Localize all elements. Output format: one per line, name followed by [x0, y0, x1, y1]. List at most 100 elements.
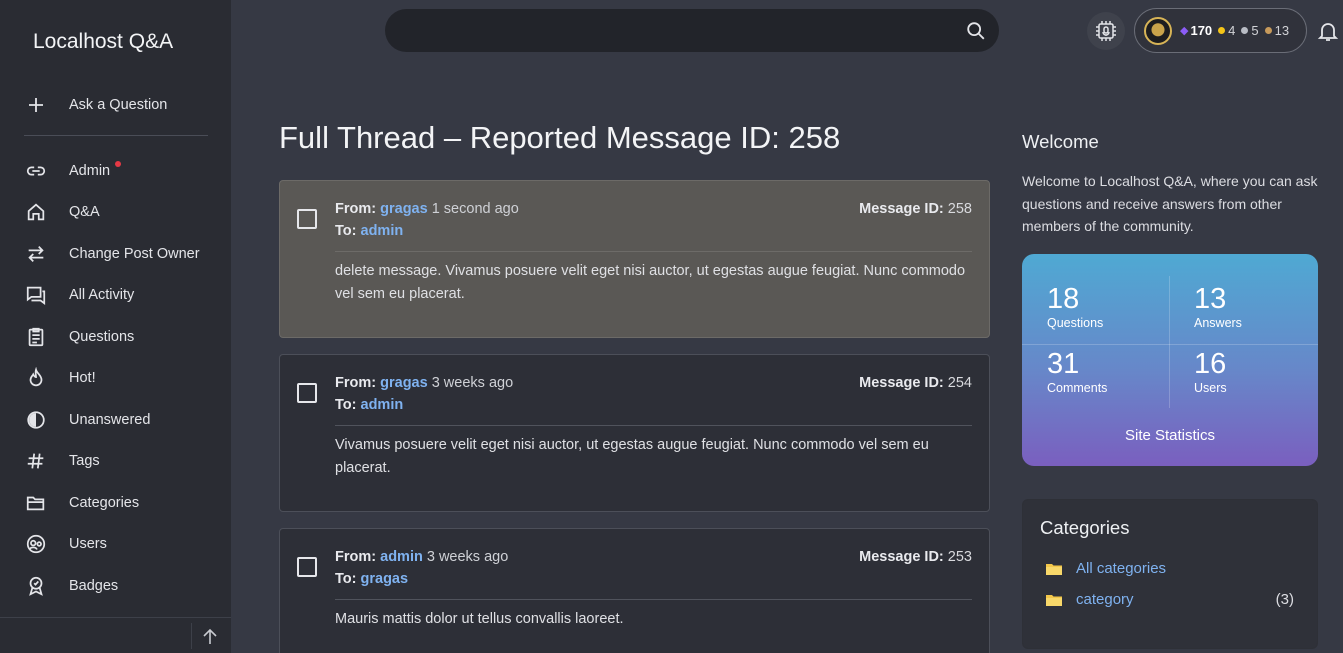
sidebar-item-label: Unanswered: [69, 411, 151, 428]
message-card: From: admin 3 weeks ago To: gragas Messa…: [279, 528, 990, 653]
message-checkbox[interactable]: [297, 557, 317, 577]
stat-answers: 13 Answers: [1194, 284, 1342, 330]
hash-icon: [24, 449, 48, 473]
stat-users: 16 Users: [1194, 349, 1342, 395]
message-id: Message ID: 253: [859, 549, 972, 565]
message-checkbox[interactable]: [297, 209, 317, 229]
message-checkbox[interactable]: [297, 383, 317, 403]
swap-arrows-icon: [24, 242, 48, 266]
category-item[interactable]: All categories: [1046, 560, 1294, 577]
search-icon[interactable]: [965, 20, 987, 42]
message-body: Mauris mattis dolor ut tellus convallis …: [335, 611, 624, 627]
sidebar-item-label: Hot!: [69, 370, 96, 387]
message-card: From: gragas 1 second ago To: admin Mess…: [279, 180, 990, 338]
sidebar-item-label: Questions: [69, 328, 135, 345]
sidebar-item-hot[interactable]: Hot!: [24, 358, 224, 400]
ask-question-label: Ask a Question: [69, 97, 168, 113]
ask-question-link[interactable]: Ask a Question: [24, 92, 208, 118]
sidebar-item-badges[interactable]: Badges: [24, 565, 224, 607]
search-input[interactable]: [385, 9, 999, 52]
gold-badge-count: 4: [1218, 23, 1235, 38]
users-icon: [24, 532, 48, 556]
sidebar-item-label: Admin: [69, 160, 122, 179]
sidebar-item-label: Badges: [69, 577, 119, 594]
sidebar-item-change-post-owner[interactable]: Change Post Owner: [24, 233, 224, 275]
notification-dot: [115, 160, 122, 167]
author-link[interactable]: gragas: [380, 201, 428, 217]
site-statistics-card: 18 Questions 13 Answers 31 Comments 16 U…: [1022, 254, 1318, 466]
category-item[interactable]: category (3): [1046, 591, 1294, 608]
sidebar-item-label: Tags: [69, 453, 100, 470]
message-body: Vivamus posuere velit eget nisi auctor, …: [335, 437, 929, 476]
message-id: Message ID: 254: [859, 375, 972, 391]
message-from: From: admin 3 weeks ago: [335, 549, 509, 565]
bronze-badge-count: 13: [1264, 23, 1289, 38]
sidebar-item-label: Q&A: [69, 204, 100, 221]
half-circle-icon: [24, 408, 48, 432]
message-to: To: gragas: [335, 571, 409, 587]
plus-icon: [24, 93, 48, 117]
recipient-link[interactable]: admin: [361, 397, 404, 413]
folder-icon: [1046, 594, 1062, 606]
sidebar-item-unanswered[interactable]: Unanswered: [24, 399, 224, 441]
author-link[interactable]: admin: [380, 549, 423, 565]
sidebar: Localhost Q&A Ask a Question Admin Q&A C…: [0, 0, 231, 653]
message-to: To: admin: [335, 223, 404, 239]
user-profile-menu[interactable]: ◆ 170 4 5 13: [1134, 8, 1307, 53]
stat-questions: 18 Questions: [1047, 284, 1195, 330]
message-from: From: gragas 1 second ago: [335, 201, 519, 217]
message-body: delete message. Vivamus posuere velit eg…: [335, 263, 966, 302]
sidebar-footer-divider: [191, 623, 192, 649]
sidebar-item-qa[interactable]: Q&A: [24, 192, 224, 234]
author-link[interactable]: gragas: [380, 375, 428, 391]
sidebar-item-questions[interactable]: Questions: [24, 316, 224, 358]
stats-divider: [1022, 344, 1318, 345]
stat-label: Comments: [1047, 381, 1108, 395]
stat-number: 13: [1194, 283, 1227, 315]
recipient-link[interactable]: admin: [361, 223, 404, 239]
stat-number: 31: [1047, 348, 1080, 380]
stat-label: Answers: [1194, 316, 1242, 330]
folder-icon: [24, 491, 48, 515]
avatar: [1144, 16, 1172, 45]
reputation-points: ◆ 170: [1180, 23, 1213, 38]
silver-dot-icon: [1241, 27, 1249, 34]
welcome-text: Welcome to Localhost Q&A, where you can …: [1022, 173, 1318, 234]
categories-widget: Categories All categories category (3): [1022, 499, 1318, 649]
category-link[interactable]: All categories: [1076, 560, 1294, 577]
site-brand[interactable]: Localhost Q&A: [33, 30, 173, 54]
sidebar-item-admin[interactable]: Admin: [24, 150, 224, 192]
message-to: To: admin: [335, 397, 404, 413]
stat-number: 18: [1047, 283, 1080, 315]
sidebar-nav: Admin Q&A Change Post Owner All Activity…: [24, 150, 224, 607]
sidebar-item-label: Change Post Owner: [69, 245, 200, 262]
category-link[interactable]: category: [1076, 591, 1276, 608]
clipboard-icon: [24, 325, 48, 349]
sidebar-item-label: All Activity: [69, 287, 135, 304]
silver-badge-count: 5: [1241, 23, 1259, 38]
sidebar-divider: [24, 135, 208, 136]
sidebar-item-categories[interactable]: Categories: [24, 482, 224, 524]
category-count: (3): [1275, 591, 1294, 608]
stat-label: Questions: [1047, 316, 1104, 330]
recipient-link[interactable]: gragas: [361, 571, 409, 587]
message-card: From: gragas 3 weeks ago To: admin Messa…: [279, 354, 990, 512]
sidebar-item-label: Users: [69, 536, 107, 553]
folder-icon: [1046, 563, 1062, 575]
sidebar-footer: [0, 617, 231, 653]
bell-icon[interactable]: [1316, 19, 1340, 43]
home-icon: [24, 200, 48, 224]
message-from: From: gragas 3 weeks ago: [335, 375, 514, 391]
arrow-up-icon[interactable]: [200, 627, 220, 647]
stat-number: 16: [1194, 348, 1227, 380]
sidebar-item-tags[interactable]: Tags: [24, 441, 224, 483]
sidebar-item-all-activity[interactable]: All Activity: [24, 275, 224, 317]
sidebar-item-label: Categories: [69, 494, 140, 511]
message-divider: [335, 251, 972, 252]
flame-icon: [24, 366, 48, 390]
stat-comments: 31 Comments: [1047, 349, 1195, 395]
sidebar-item-users[interactable]: Users: [24, 524, 224, 566]
chip-mic-icon[interactable]: [1087, 12, 1125, 50]
diamond-icon: ◆: [1180, 25, 1189, 37]
welcome-title: Welcome: [1022, 131, 1099, 152]
